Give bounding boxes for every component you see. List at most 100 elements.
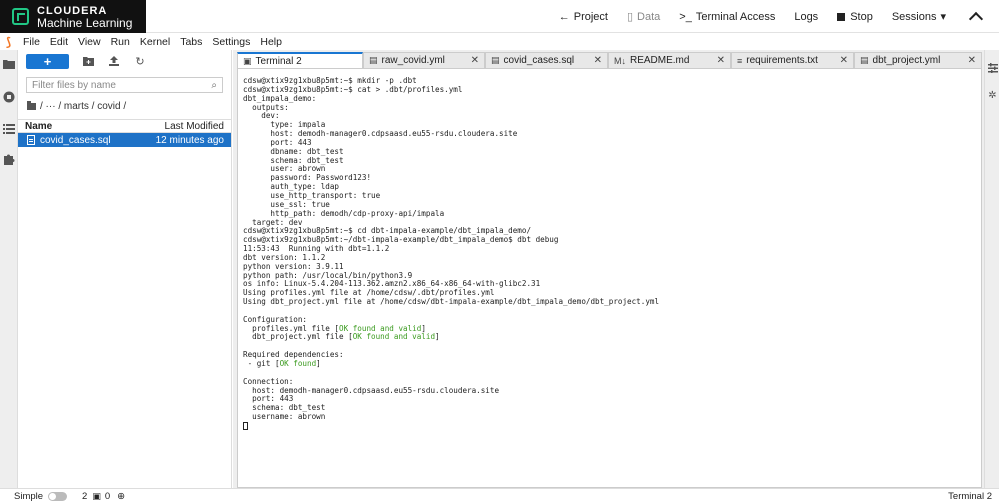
main-dock-area: ▣ Terminal 2 ▤ raw_covid.yml ✕ ▤ covid_c… <box>233 50 984 488</box>
file-modified: 12 minutes ago <box>155 134 224 146</box>
terminal-line: Using dbt_project.yml file at /home/cdsw… <box>243 297 660 307</box>
new-folder-icon[interactable] <box>81 54 95 68</box>
terminal-line: port: 443 <box>243 137 312 147</box>
status-bar: Simple 2 ▣ 0 ⊕ Terminal 2 <box>0 488 999 503</box>
tab-requirements-txt[interactable]: ≡ requirements.txt ✕ <box>731 52 854 68</box>
close-icon[interactable]: ✕ <box>968 55 976 66</box>
file-tab-icon: ▤ <box>860 55 869 65</box>
file-icon <box>27 135 35 145</box>
close-icon[interactable]: ✕ <box>471 55 479 66</box>
terminal-lines: cdsw@xtix9zg1xbu8p5mt:~$ mkdir -p .dbt cd… <box>238 69 981 431</box>
terminal-line: Required dependencies: <box>243 350 344 360</box>
menu-edit[interactable]: Edit <box>50 36 68 48</box>
terminal-count[interactable]: 0 <box>105 491 110 502</box>
terminal-line: http_path: demodh/cdp-proxy-api/impala <box>243 208 445 218</box>
breadcrumb[interactable]: / ··· / marts / covid / <box>27 100 231 112</box>
debugger-bug-icon[interactable]: ✲ <box>987 90 998 101</box>
tab-terminal-2[interactable]: ▣ Terminal 2 <box>237 52 363 68</box>
upload-icon[interactable] <box>107 54 121 68</box>
back-arrow-icon: ← <box>558 10 570 23</box>
breadcrumb-path[interactable]: / ··· / marts / covid / <box>40 101 126 112</box>
close-icon[interactable]: ✕ <box>840 55 848 66</box>
property-inspector-icon[interactable] <box>987 62 998 73</box>
ok-status-text: OK found <box>279 359 317 368</box>
terminal-line: username: abrown <box>243 412 326 422</box>
terminal-status-icon: ▣ <box>92 490 101 501</box>
terminal-line: dev: <box>243 111 280 121</box>
terminal-line: dbname: dbt_test <box>243 146 344 156</box>
terminal-access-button[interactable]: >_ Terminal Access <box>679 11 775 23</box>
running-sessions-icon[interactable] <box>2 90 16 104</box>
terminal-line: cdsw@xtix9zg1xbu8p5mt:~$ cat > .dbt/prof… <box>243 84 463 94</box>
collapse-header-icon[interactable] <box>968 11 984 26</box>
search-icon: ⌕ <box>211 79 217 91</box>
chevron-down-icon: ▾ <box>940 11 946 23</box>
kernel-count[interactable]: 2 <box>82 491 87 502</box>
file-tab-icon: ▤ <box>369 55 378 65</box>
file-list-item[interactable]: covid_cases.sql 12 minutes ago <box>18 133 231 147</box>
terminal-line: port: 443 <box>243 394 294 404</box>
product-name: Machine Learning <box>37 15 133 30</box>
file-browser-panel: + ↻ ⌕ / ··· / marts / covid / Name Last … <box>18 50 232 488</box>
column-modified-header[interactable]: Last Modified <box>165 121 224 132</box>
stop-button[interactable]: Stop <box>837 11 873 23</box>
tab-covid-cases-sql[interactable]: ▤ covid_cases.sql ✕ <box>485 52 608 68</box>
file-tab-icon: ▤ <box>491 55 500 65</box>
menu-tabs[interactable]: Tabs <box>180 36 202 48</box>
cml-logo-icon <box>12 8 29 25</box>
tab-readme-md[interactable]: M↓ README.md ✕ <box>608 52 731 68</box>
close-icon[interactable]: ✕ <box>594 55 602 66</box>
ok-status-text: OK found and valid <box>339 323 422 333</box>
terminal-line: schema: dbt_test <box>243 403 326 413</box>
terminal-line: host: demodh-manager0.cdpsaasd.eu55-rsdu… <box>243 129 518 139</box>
close-icon[interactable]: ✕ <box>717 55 725 66</box>
file-filter-box[interactable]: ⌕ <box>26 77 223 93</box>
table-of-contents-icon[interactable] <box>2 122 16 136</box>
terminal-cursor <box>243 421 248 430</box>
file-name: covid_cases.sql <box>40 134 111 146</box>
data-button[interactable]: ▯ Data <box>626 10 660 24</box>
refresh-icon[interactable]: ↻ <box>133 54 147 68</box>
right-sidebar: ✲ <box>984 50 999 488</box>
menu-bar: ⟆ File Edit View Run Kernel Tabs Setting… <box>0 34 999 50</box>
terminal-line: schema: dbt_test <box>243 155 344 165</box>
menu-help[interactable]: Help <box>260 36 282 48</box>
terminal-line: outputs: <box>243 102 289 112</box>
new-launcher-button[interactable]: + <box>26 53 69 69</box>
menu-file[interactable]: File <box>23 36 40 48</box>
kernel-activity-icon: ⊕ <box>117 490 126 502</box>
sessions-dropdown[interactable]: Sessions ▾ <box>892 10 950 24</box>
terminal-icon: >_ <box>679 10 692 23</box>
menu-run[interactable]: Run <box>111 36 130 48</box>
folder-icon[interactable] <box>2 57 16 71</box>
stop-icon <box>837 12 846 21</box>
tab-dbt-project-yml[interactable]: ▤ dbt_project.yml ✕ <box>854 52 982 68</box>
tab-raw-covid-yml[interactable]: ▤ raw_covid.yml ✕ <box>363 52 485 68</box>
data-icon: ▯ <box>626 11 634 23</box>
terminal-line: dbt_project.yml file [OK found and valid… <box>243 332 440 342</box>
extensions-puzzle-icon[interactable] <box>2 152 16 166</box>
project-button[interactable]: ← Project <box>559 11 608 23</box>
file-list-header: Name Last Modified <box>18 119 231 133</box>
terminal-line: - git [OK found] <box>243 359 321 368</box>
cloudera-logo[interactable]: CLOUDERA Machine Learning <box>0 0 146 33</box>
text-tab-icon: ≡ <box>737 55 743 66</box>
home-folder-icon[interactable] <box>27 100 36 110</box>
menu-kernel[interactable]: Kernel <box>140 36 170 48</box>
menu-settings[interactable]: Settings <box>212 36 250 48</box>
simple-mode-toggle[interactable] <box>48 491 68 501</box>
terminal-cursor-line[interactable] <box>238 421 981 431</box>
ok-status-text: OK found and valid <box>352 332 436 342</box>
tab-bar: ▣ Terminal 2 ▤ raw_covid.yml ✕ ▤ covid_c… <box>237 52 982 68</box>
left-activity-bar <box>0 50 18 488</box>
simple-mode-label: Simple <box>14 490 44 502</box>
terminal-line: dbt_impala_demo: <box>243 93 317 103</box>
markdown-tab-icon: M↓ <box>614 55 626 66</box>
terminal-output[interactable]: cdsw@xtix9zg1xbu8p5mt:~$ mkdir -p .dbt cd… <box>237 68 982 488</box>
menu-view[interactable]: View <box>78 36 101 48</box>
column-name-header[interactable]: Name <box>25 121 52 132</box>
logs-button[interactable]: Logs <box>794 11 818 23</box>
terminal-tab-icon: ▣ <box>243 55 252 66</box>
file-filter-input[interactable] <box>32 79 212 91</box>
